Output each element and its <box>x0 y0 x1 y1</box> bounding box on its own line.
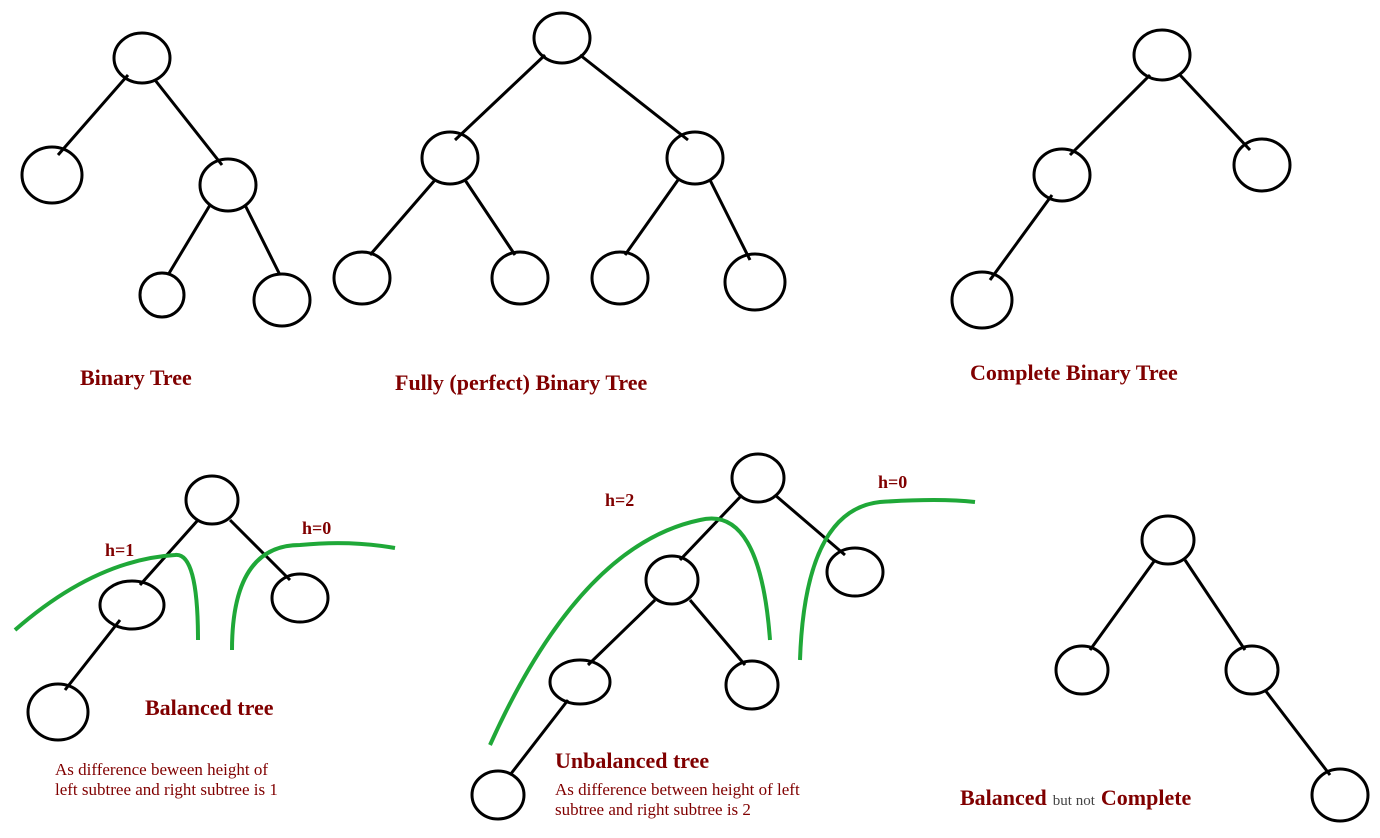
balanced-h-left: h=1 <box>105 540 134 561</box>
balanced-tree-note: As difference beween height of left subt… <box>55 760 278 801</box>
balanced-tree-label: Balanced tree <box>145 695 274 721</box>
unbalanced-tree-note: As difference between height of left sub… <box>555 780 800 821</box>
complete-tree-label: Complete Binary Tree <box>970 360 1178 386</box>
unbalanced-h-right: h=0 <box>878 472 907 493</box>
complete-binary-tree <box>952 30 1290 328</box>
full-binary-tree <box>334 13 785 310</box>
unbalanced-tree-label: Unbalanced tree <box>555 748 709 774</box>
unbalanced-h-left: h=2 <box>605 490 634 511</box>
binary-tree-label: Binary Tree <box>80 365 192 391</box>
bnc-part2: Complete <box>1101 785 1191 811</box>
balanced-not-complete-tree <box>1056 516 1368 821</box>
bnc-part1: Balanced <box>960 785 1047 811</box>
balanced-not-complete-label: Balanced but not Complete <box>960 785 1191 811</box>
bnc-mid: but not <box>1053 793 1095 810</box>
balanced-h-right: h=0 <box>302 518 331 539</box>
balanced-tree-curves <box>15 543 395 650</box>
full-tree-label: Fully (perfect) Binary Tree <box>395 370 647 396</box>
binary-tree <box>22 33 310 326</box>
